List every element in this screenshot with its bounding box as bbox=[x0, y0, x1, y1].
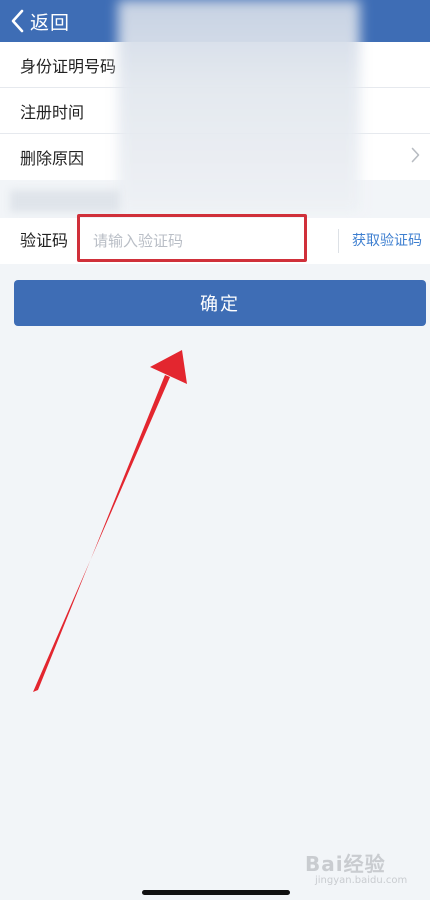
id-number-label: 身份证明号码 bbox=[20, 56, 117, 76]
home-indicator bbox=[142, 890, 290, 895]
vertical-divider bbox=[338, 229, 339, 253]
chevron-left-icon bbox=[10, 9, 24, 33]
get-verification-code-link[interactable]: 获取验证码 bbox=[352, 218, 422, 264]
watermark-main-text: Bai经验 bbox=[305, 852, 386, 876]
verification-row: 验证码 获取验证码 bbox=[0, 218, 430, 264]
privacy-blur-strip bbox=[10, 190, 120, 212]
privacy-blur-mask bbox=[118, 0, 360, 212]
watermark-sub-text: jingyan.baidu.com bbox=[315, 875, 408, 886]
back-button[interactable]: 返回 bbox=[0, 0, 70, 42]
chevron-right-icon bbox=[411, 147, 420, 167]
watermark-logo: Bai经验 jingyan.baidu.com bbox=[305, 848, 425, 888]
register-time-label: 注册时间 bbox=[20, 102, 85, 122]
verification-code-input[interactable] bbox=[80, 218, 305, 264]
back-label: 返回 bbox=[30, 11, 71, 34]
delete-reason-label: 删除原因 bbox=[20, 149, 85, 168]
verification-label: 验证码 bbox=[20, 231, 69, 250]
confirm-button[interactable]: 确定 bbox=[14, 280, 426, 326]
